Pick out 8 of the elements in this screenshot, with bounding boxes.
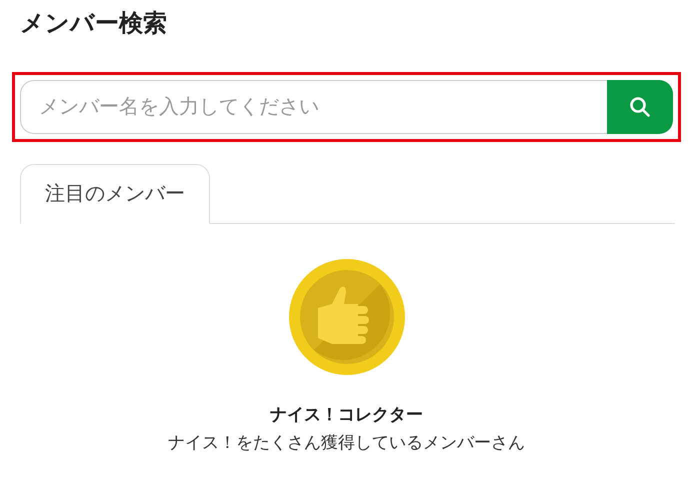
- thumbs-up-medal-icon: [288, 258, 406, 376]
- page-title: メンバー検索: [20, 9, 168, 39]
- search-field[interactable]: メンバー名を入力してください: [20, 80, 607, 134]
- tab[interactable]: 注目のメンバー: [20, 164, 210, 224]
- search-button[interactable]: [607, 80, 673, 134]
- featured-description: ナイス！をたくさん獲得しているメンバーさん: [168, 432, 525, 454]
- search-icon: [629, 96, 651, 118]
- featured-name: ナイス！コレクター: [270, 404, 423, 426]
